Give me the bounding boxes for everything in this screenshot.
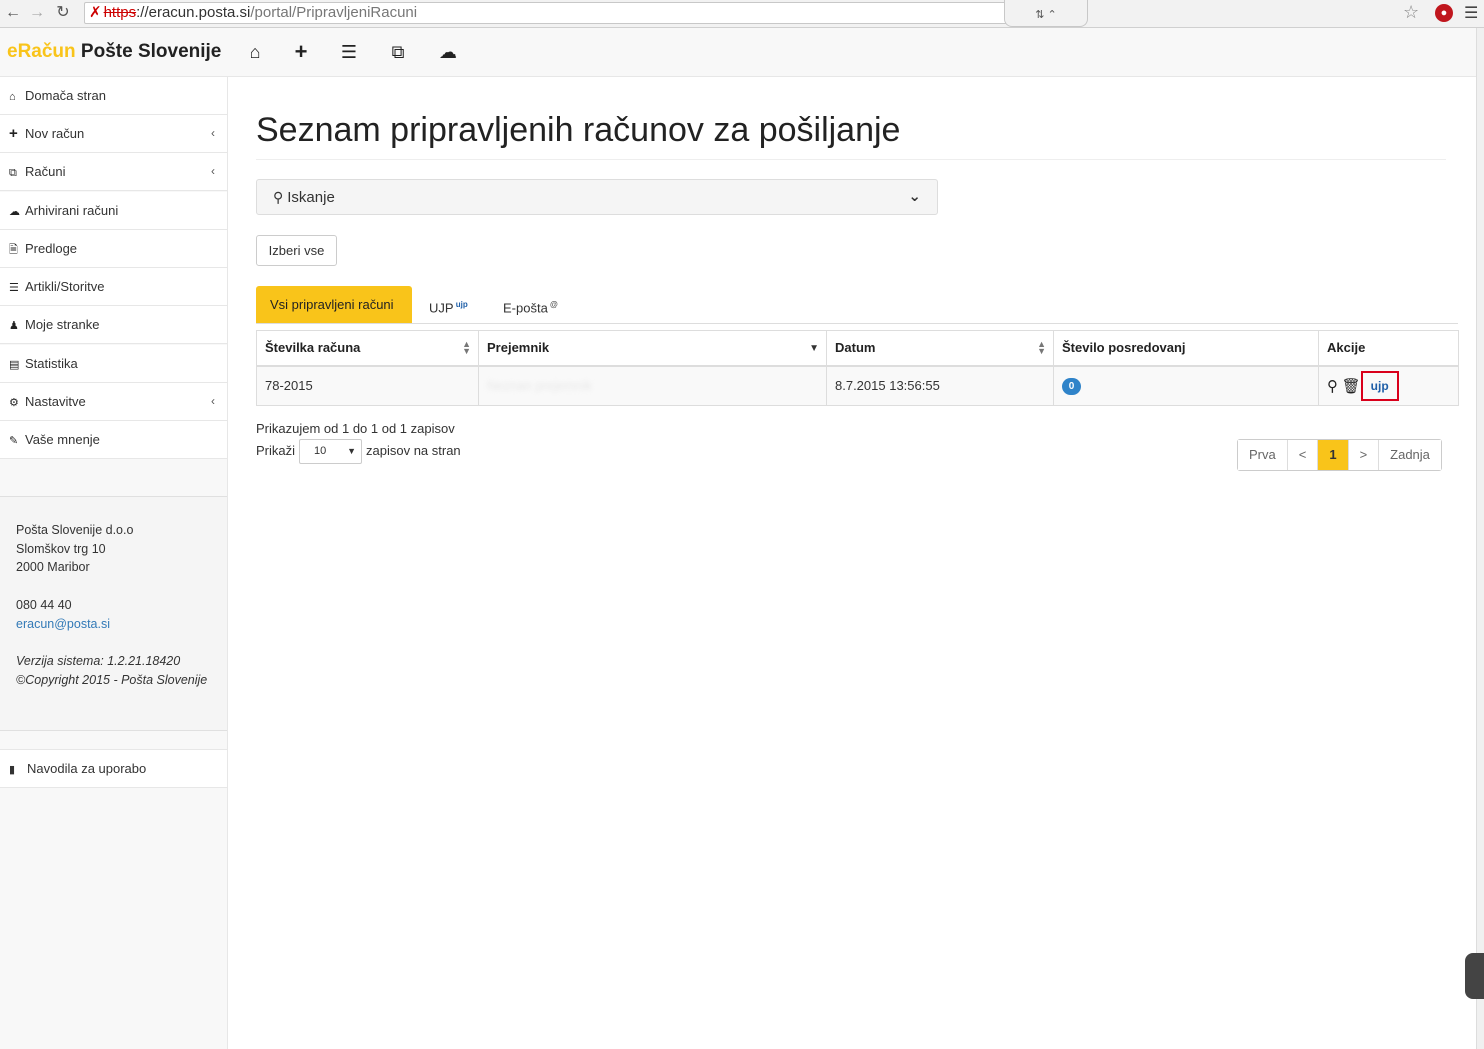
app-navbar: eRačun Pošte Slovenije ⌂ + ☰ ⧉ ☁ [0, 28, 1476, 77]
plus-icon: + [9, 125, 18, 142]
ssl-error-icon: ✗ [89, 4, 102, 21]
home-icon: ⌂ [9, 91, 16, 103]
back-icon[interactable]: ← [2, 3, 24, 23]
table-row: 78-2015 Neznan prejemnik 8.7.2015 13:56:… [256, 365, 1459, 406]
company-city: 2000 Maribor [16, 560, 90, 575]
per-page-label: zapisov na stran [366, 443, 461, 458]
invoices-table: Številka računa ▲ ▼ Prejemnik ▼ Datum ▲ ▼ … [256, 330, 1459, 406]
chart-icon: ▤ [9, 359, 20, 371]
page-title: Seznam pripravljenih računov za pošiljan… [256, 111, 901, 149]
copy-icon[interactable]: ⧉ [386, 41, 410, 63]
cloud-icon: ☁ [9, 206, 20, 218]
sidebar-item-templates[interactable]: 🗎 Predloge [0, 230, 227, 268]
copyright: ©Copyright 2015 - Pošta Slovenije [16, 672, 208, 687]
book-icon: ▮ [9, 764, 16, 776]
select-all-button[interactable]: Izberi vse [256, 235, 337, 266]
column-header-date[interactable]: Datum ▲ ▼ [826, 330, 1054, 367]
browser-toolbar: ← → ↻ ✗ https://eracun.posta.si/portal/Pr… [0, 0, 1484, 28]
forward-icon[interactable]: → [26, 3, 48, 23]
sidebar-item-customers[interactable]: ♟ Moje stranke [0, 306, 227, 344]
email-link[interactable]: eracun@posta.si [16, 617, 110, 631]
records-info: Prikazujem od 1 do 1 od 1 zapisov [256, 421, 455, 436]
browser-menu-icon[interactable]: ☰ [1464, 3, 1478, 23]
chevron-left-icon: ‹ [211, 394, 215, 408]
send-ujp-button[interactable]: ujp [1360, 370, 1399, 401]
chevron-left-icon: ‹ [211, 126, 215, 140]
extension-icon[interactable]: ● [1435, 4, 1453, 22]
company-phone: 080 44 40 [16, 597, 72, 612]
sidebar-item-new-invoice[interactable]: + Nov račun ‹ [0, 115, 227, 153]
sort-desc-icon: ▼ [809, 343, 819, 354]
ujp-logo-icon: ujp [453, 300, 468, 309]
page-scrollbar[interactable] [1476, 28, 1484, 1049]
column-header-number[interactable]: Številka računa ▲ ▼ [256, 330, 479, 367]
home-icon[interactable]: ⌂ [243, 41, 267, 63]
cogs-icon: ⚙ [9, 397, 19, 409]
sort-icon: ▲ ▼ [1037, 339, 1046, 356]
recipient-name: Neznan prejemnik [478, 365, 827, 406]
sidebar-contact-info: Pošta Slovenije d.o.o Slomškov trg 10 20… [0, 496, 227, 731]
sort-icon: ▲ ▼ [462, 339, 471, 356]
tab-all-prepared[interactable]: Vsi pripravljeni računi [256, 286, 412, 324]
sidebar: ⌂ Domača stran + Nov račun ‹ ⧉ Računi ‹ ☁ Ar… [0, 77, 228, 1049]
trash-icon[interactable]: 🗑 [1342, 377, 1361, 395]
view-icon[interactable]: ⚲ [1327, 377, 1338, 395]
title-divider [256, 159, 1446, 160]
row-actions: ⚲ 🗑 ujp [1318, 365, 1459, 406]
column-header-recipient[interactable]: Prejemnik ▼ [478, 330, 827, 367]
page-first-button[interactable]: Prva [1238, 440, 1287, 470]
chevron-left-icon: ‹ [211, 164, 215, 178]
sidebar-item-articles[interactable]: ☰ Artikli/Storitve [0, 268, 227, 306]
page-prev-button[interactable]: < [1286, 440, 1318, 470]
company-street: Slomškov trg 10 [16, 541, 106, 556]
search-panel[interactable]: ⚲ Iskanje ⌄ [256, 179, 938, 215]
tab-email[interactable]: E-pošta @ [489, 286, 572, 324]
brand-logo[interactable]: eRačun Pošte Slovenije [7, 41, 221, 63]
caret-down-icon: ▼ [347, 446, 356, 456]
sidebar-item-invoices[interactable]: ⧉ Računi ‹ [0, 153, 227, 191]
column-header-forwards: Število posredovanj [1053, 330, 1319, 367]
forward-count: 0 [1053, 365, 1319, 406]
sidebar-item-settings[interactable]: ⚙ Nastavitve ‹ [0, 383, 227, 421]
invoice-number: 78-2015 [256, 365, 479, 406]
edit-icon: ✎ [9, 435, 19, 447]
sidebar-item-home[interactable]: ⌂ Domača stran [0, 77, 227, 115]
invoice-date: 8.7.2015 13:56:55 [826, 365, 1054, 406]
email-at-icon: @ [547, 300, 558, 309]
page-next-button[interactable]: > [1347, 440, 1379, 470]
copy-icon: ⧉ [9, 167, 17, 179]
company-name: Pošta Slovenije d.o.o [16, 523, 134, 537]
plus-icon[interactable]: + [289, 41, 313, 63]
page-size-select[interactable]: 10 ▼ [299, 439, 362, 464]
search-label: Iskanje [287, 189, 335, 206]
file-icon: 🗎 [9, 244, 18, 256]
search-icon: ⚲ [273, 189, 284, 205]
column-header-actions: Akcije [1318, 330, 1459, 367]
page-size-label: Prikaži [256, 443, 296, 458]
page-last-button[interactable]: Zadnja [1378, 440, 1441, 470]
system-version: Verzija sistema: 1.2.21.18420 [16, 653, 181, 668]
tab-ujp[interactable]: UJP ujp [415, 286, 482, 324]
tabs-divider [256, 323, 1458, 324]
forward-count-badge: 0 [1062, 377, 1081, 395]
sidebar-item-help[interactable]: ▮ Navodila za uporabo [0, 749, 227, 788]
sidebar-item-feedback[interactable]: ✎ Vaše mnenje [0, 421, 227, 459]
list-icon[interactable]: ☰ [337, 41, 361, 63]
users-icon: ♟ [9, 320, 19, 332]
chevron-down-icon: ⌄ [908, 188, 921, 205]
pagination: Prva < 1 > Zadnja [1237, 439, 1442, 471]
address-bar[interactable]: ✗ https://eracun.posta.si/portal/Pripravl… [84, 2, 1009, 24]
reload-icon[interactable]: ↻ [52, 3, 74, 23]
feedback-widget[interactable] [1465, 953, 1484, 999]
fullscreen-toggle[interactable]: ⇅ ⌃ [1004, 0, 1088, 27]
cloud-icon[interactable]: ☁ [436, 41, 460, 63]
page-current-button[interactable]: 1 [1317, 440, 1348, 470]
list-icon: ☰ [9, 282, 19, 294]
bookmark-star-icon[interactable]: ☆ [1403, 2, 1419, 23]
sidebar-item-statistics[interactable]: ▤ Statistika [0, 345, 227, 383]
sidebar-item-archived[interactable]: ☁ Arhivirani računi [0, 192, 227, 230]
